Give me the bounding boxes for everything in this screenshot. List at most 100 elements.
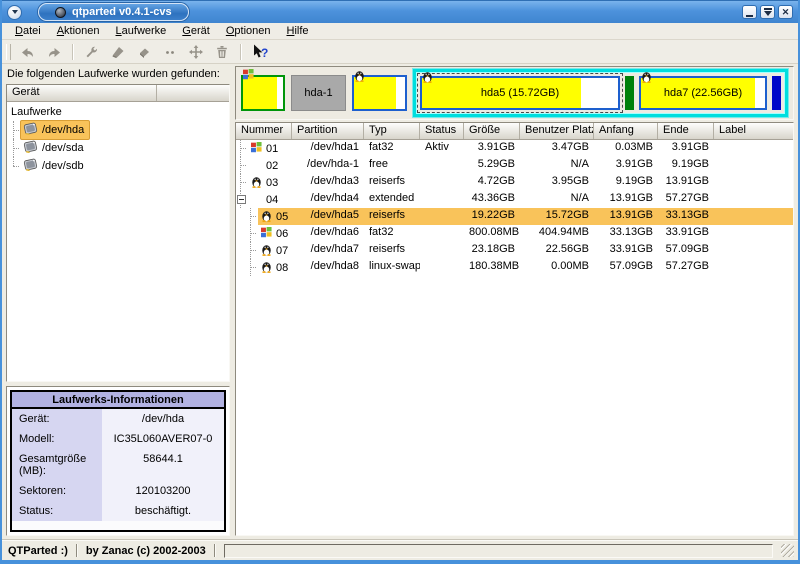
cell-label: [714, 225, 793, 242]
menu-item-datei[interactable]: Datei: [8, 24, 48, 38]
column-header-nummer[interactable]: Nummer: [236, 123, 292, 139]
svg-text:?: ?: [261, 46, 268, 60]
menu-item-hilfe[interactable]: Hilfe: [279, 24, 315, 38]
os-tux-icon: [251, 175, 262, 191]
resize-grip[interactable]: [781, 544, 794, 557]
cell-typ: fat32: [364, 225, 420, 242]
partition-row-dev-hda7[interactable]: 07/dev/hda7reiserfs23.18GB22.56GB33.91GB…: [236, 242, 793, 259]
cell-partition: /dev/hda1: [292, 140, 364, 157]
partition-row-dev-hda3[interactable]: 03/dev/hda3reiserfs4.72GB3.95GB9.19GB13.…: [236, 174, 793, 191]
info-row: Sektoren:120103200: [12, 481, 224, 501]
move-button[interactable]: [183, 41, 209, 62]
cell-gr-e: 800.08MB: [464, 225, 520, 242]
partition-row-dev-hda1[interactable]: 01/dev/hda1fat32Aktiv3.91GB3.47GB0.03MB3…: [236, 140, 793, 157]
drive-info-panel: Laufwerks-Informationen Gerät:/dev/hdaMo…: [10, 390, 226, 532]
cell-typ: reiserfs: [364, 174, 420, 191]
delete-button[interactable]: [131, 41, 157, 62]
tree-gutter: [236, 225, 258, 242]
partition-row-dev-hda-1[interactable]: 02/dev/hda-1free5.29GBN/A3.91GB9.19GB: [236, 157, 793, 174]
close-button[interactable]: ✕: [778, 5, 793, 19]
device-tree-header: Gerät: [7, 85, 229, 102]
disk-segment-hda-1[interactable]: hda-1: [291, 75, 346, 111]
os-windows-icon: [261, 227, 272, 241]
cell-label: [714, 174, 793, 191]
tree-root[interactable]: Laufwerke: [7, 103, 229, 121]
info-value: IC35L060AVER07-0: [102, 429, 224, 449]
cell-nummer: 02: [236, 157, 292, 174]
undo-button[interactable]: [15, 41, 41, 62]
cell-typ: free: [364, 157, 420, 174]
disk-segment-hda5[interactable]: hda5 (15.72GB): [420, 76, 620, 110]
info-row: Gerät:/dev/hda: [12, 409, 224, 429]
redo-icon: [46, 44, 62, 60]
device-item-dev-sda[interactable]: /dev/sda: [7, 139, 229, 157]
cell-anfang: 9.19GB: [594, 174, 658, 191]
qtparted-window: qtparted v0.4.1-cvs ✕ DateiAktionenLaufw…: [0, 0, 800, 564]
partition-row-dev-hda5[interactable]: 05/dev/hda5reiserfs19.22GB15.72GB13.91GB…: [236, 208, 793, 225]
collapse-expander-icon[interactable]: [237, 195, 246, 204]
cell-anfang: 3.91GB: [594, 157, 658, 174]
cell-benutzer-platz: N/A: [520, 157, 594, 174]
column-header-partition[interactable]: Partition: [292, 123, 364, 139]
status-separator: [76, 544, 78, 557]
disk-segment-hda6[interactable]: [625, 76, 634, 110]
window-menu-button[interactable]: [7, 5, 22, 20]
cell-status: [420, 208, 464, 225]
column-header-gr-e[interactable]: Größe: [464, 123, 520, 139]
partition-row-dev-hda4[interactable]: 04/dev/hda4extended43.36GBN/A13.91GB57.2…: [236, 191, 793, 208]
status-bar: QTParted :)by Zanac (c) 2002-2003: [2, 540, 798, 560]
undoall-button[interactable]: [209, 41, 235, 62]
cell-anfang: 57.09GB: [594, 259, 658, 276]
cell-anfang: 33.91GB: [594, 242, 658, 259]
shade-icon: [764, 8, 772, 16]
toolbar-separator: [72, 44, 74, 60]
menu-item-geraet[interactable]: Gerät: [175, 24, 217, 38]
column-header-label[interactable]: Label: [714, 123, 793, 139]
cell-status: [420, 191, 464, 208]
column-header-geraet[interactable]: Gerät: [7, 85, 157, 101]
cell-typ: extended: [364, 191, 420, 208]
cell-benutzer-platz: 0.00MB: [520, 259, 594, 276]
partition-row-dev-hda6[interactable]: 06/dev/hda6fat32800.08MB404.94MB33.13GB3…: [236, 225, 793, 242]
column-header-benutzer-platz[interactable]: Benutzer Platz: [520, 123, 594, 139]
partition-row-dev-hda8[interactable]: 08/dev/hda8linux-swap180.38MB0.00MB57.09…: [236, 259, 793, 276]
disk-segment-hda4-extended[interactable]: hda5 (15.72GB) hda7 (22.56GB): [413, 69, 788, 117]
titlebar[interactable]: qtparted v0.4.1-cvs ✕: [2, 0, 798, 23]
disk-segment-hda8[interactable]: [772, 76, 781, 110]
device-tree-body: Laufwerke/dev/hda/dev/sda/dev/sdb: [7, 102, 229, 381]
disk-drive-icon: [23, 158, 38, 174]
menu-item-optionen[interactable]: Optionen: [219, 24, 278, 38]
format-button[interactable]: [105, 41, 131, 62]
property-button[interactable]: [79, 41, 105, 62]
disk-segment-hda7[interactable]: hda7 (22.56GB): [639, 76, 767, 110]
shade-button[interactable]: [760, 5, 775, 19]
cell-anfang: 0.03MB: [594, 140, 658, 157]
menu-item-laufwerke[interactable]: Laufwerke: [109, 24, 174, 38]
column-header-status[interactable]: Status: [420, 123, 464, 139]
resize-button[interactable]: [157, 41, 183, 62]
cell-label: [714, 259, 793, 276]
eraser-icon: [136, 44, 152, 60]
os-tux-icon: [261, 243, 272, 259]
cell-benutzer-platz: N/A: [520, 191, 594, 208]
column-header-ende[interactable]: Ende: [658, 123, 714, 139]
redo-button[interactable]: [41, 41, 67, 62]
cell-ende: 57.27GB: [658, 191, 714, 208]
cell-nummer: 08: [236, 259, 292, 276]
device-item-dev-sdb[interactable]: /dev/sdb: [7, 157, 229, 175]
toolbar-handle[interactable]: [6, 44, 11, 60]
device-entry: /dev/sdb: [20, 156, 90, 176]
title-capsule: qtparted v0.4.1-cvs: [38, 3, 189, 21]
tree-gutter: [236, 242, 258, 259]
disk-segment-hda3[interactable]: [352, 75, 407, 111]
cell-nummer: 03: [236, 174, 292, 191]
device-item-dev-hda[interactable]: /dev/hda: [7, 121, 229, 139]
disk-segment-hda1[interactable]: [241, 75, 285, 111]
column-header-anfang[interactable]: Anfang: [594, 123, 658, 139]
menu-item-aktionen[interactable]: Aktionen: [50, 24, 107, 38]
whats-this-button[interactable]: ?: [247, 41, 273, 62]
column-header-typ[interactable]: Typ: [364, 123, 420, 139]
minimize-button[interactable]: [742, 5, 757, 19]
cell-ende: 33.91GB: [658, 225, 714, 242]
cell-ende: 33.13GB: [658, 208, 714, 225]
